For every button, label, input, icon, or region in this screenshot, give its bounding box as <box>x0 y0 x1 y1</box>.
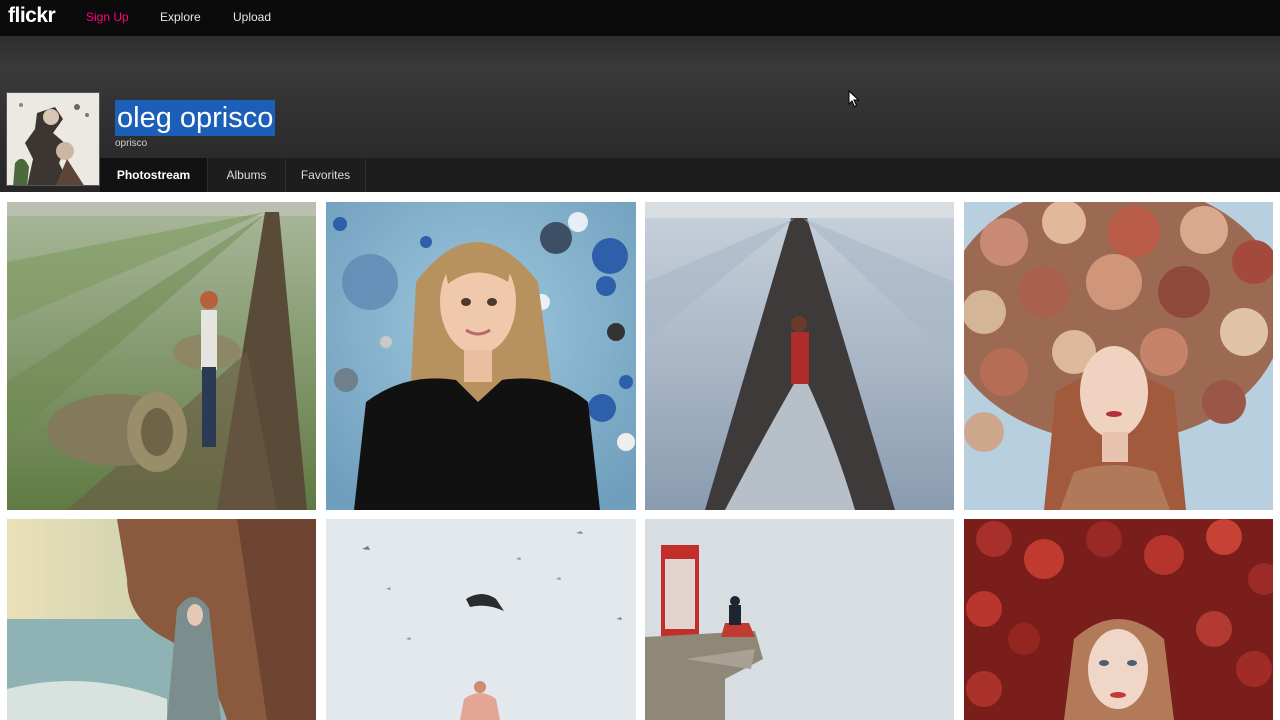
profile-tabs: Photostream Albums Favorites <box>100 158 1280 192</box>
photo-thumbnail-cliff-cloak[interactable] <box>7 519 316 720</box>
photo-thumbnail-phone-box-cliff[interactable] <box>645 519 954 720</box>
profile-header: oleg oprisco oprisco Photostream Albums … <box>0 36 1280 192</box>
flickr-logo[interactable]: flickr <box>8 4 56 28</box>
photo-thumbnail-field-rolls[interactable] <box>7 202 316 510</box>
photo-thumbnail-flower-headdress[interactable] <box>964 202 1273 510</box>
upload-link[interactable]: Upload <box>233 10 271 24</box>
sign-up-link[interactable]: Sign Up <box>86 10 129 24</box>
profile-username: oprisco <box>115 138 148 149</box>
tab-favorites[interactable]: Favorites <box>286 158 366 192</box>
photo-thumbnail-red-roses[interactable] <box>964 519 1273 720</box>
top-nav-bar: flickr Sign Up Explore Upload <box>0 0 1280 36</box>
tab-albums[interactable]: Albums <box>208 158 286 192</box>
photo-thumbnail-long-dress-field[interactable] <box>645 202 954 510</box>
tab-photostream[interactable]: Photostream <box>100 158 208 192</box>
explore-link[interactable]: Explore <box>160 10 201 24</box>
profile-avatar[interactable] <box>6 92 100 186</box>
profile-name[interactable]: oleg oprisco <box>115 100 276 136</box>
mouse-cursor-icon <box>848 90 860 108</box>
photo-thumbnail-birds-sky[interactable] <box>326 519 636 720</box>
photo-thumbnail-presenter[interactable] <box>326 202 636 510</box>
